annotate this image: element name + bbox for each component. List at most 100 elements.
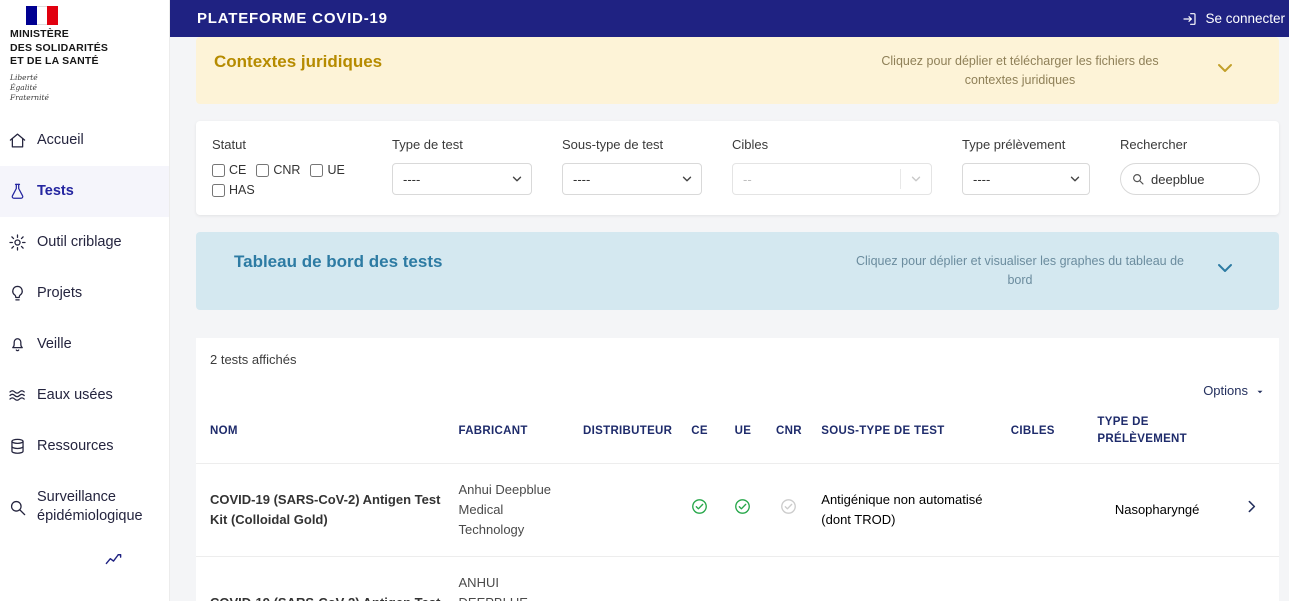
motto-line: Égalité: [10, 83, 37, 93]
lightbulb-icon: [12, 286, 23, 301]
cell-fabricant: ANHUI DEEPBLUE MEDICAL TECHNOLOGY: [450, 555, 576, 601]
sidebar-item-label: Accueil: [37, 132, 84, 149]
sous-type-select-wrap: ----: [562, 163, 702, 195]
ce-checkbox[interactable]: [212, 163, 225, 177]
cibles-label: Cibles: [732, 137, 769, 152]
main-content: Contextes juridiques Cliquez pour déplie…: [170, 37, 1289, 601]
sidebar-item-label: Eaux usées: [37, 387, 113, 404]
sidebar-item-ressources[interactable]: Ressources: [0, 421, 169, 472]
cell-prelevement: Nasal: [1089, 555, 1225, 601]
column-header-ce: CE: [691, 424, 708, 437]
chevron-down-icon[interactable]: [1213, 256, 1237, 280]
cell-nom: COVID-19 (SARS-CoV-2) Antigen Test Kit (…: [196, 462, 451, 557]
cell-cibles: N: [1002, 555, 1090, 601]
motto-line: Fraternité: [10, 93, 49, 103]
sidebar-item-label: Ressources: [37, 438, 114, 455]
column-header-nom: NOM: [210, 424, 238, 437]
cell-cibles: [1002, 462, 1090, 557]
sidebar-item-tests[interactable]: Tests: [0, 166, 169, 218]
french-flag-icon: [26, 6, 59, 25]
chevron-down-icon[interactable]: [1213, 56, 1237, 80]
sidebar-item-accueil[interactable]: Accueil: [0, 115, 169, 166]
sidebar-item-label: Projets: [37, 285, 83, 302]
ce-checkbox-label: CE: [229, 163, 247, 177]
table-header: NOM FABRICANT DISTRIBUTEUR CE UE CNR SOU…: [196, 400, 1279, 463]
table-row[interactable]: COVID-19 (SARS-CoV-2) Antigen Test Kit A…: [196, 555, 1279, 601]
ministry-name: MINISTÈRE DES SOLIDARITÉS ET DE LA SANTÉ: [10, 28, 161, 69]
sidebar-item-eaux-usees[interactable]: Eaux usées: [0, 370, 169, 421]
has-checkbox[interactable]: [212, 183, 225, 197]
search-box: [1120, 163, 1260, 195]
cell-prelevement: Nasopharyngé: [1089, 462, 1225, 557]
sidebar-item-label: Outil criblage: [37, 234, 122, 251]
sous-type-de-test-select[interactable]: ----: [562, 163, 702, 195]
bell-icon: [12, 338, 23, 352]
cnr-checkbox-label: CNR: [273, 163, 301, 177]
cell-distributeur: [575, 462, 678, 557]
search-input[interactable]: [1151, 171, 1249, 187]
table-body: COVID-19 (SARS-CoV-2) Antigen Test Kit (…: [196, 462, 1279, 601]
column-header-type-prelevement: TYPE DE PRÉLÈVEMENT: [1097, 416, 1187, 446]
cibles-multiselect[interactable]: --: [732, 163, 932, 195]
sidebar-item-projets[interactable]: Projets: [0, 268, 169, 319]
ue-checkbox-label: UE: [327, 163, 345, 177]
sidebar-item-label: Tests: [37, 183, 74, 200]
waves-icon: [9, 390, 25, 402]
app-title: PLATEFORME COVID-19: [197, 10, 388, 27]
sidebar-item-label: Veille: [37, 336, 72, 353]
options-row: Options: [196, 367, 1279, 400]
tableau-de-bord-banner[interactable]: Tableau de bord des tests Cliquez pour d…: [196, 232, 1279, 310]
column-header-cibles: CIBLES: [1010, 424, 1055, 437]
sidebar-nav: Accueil Tests Outil criblage Projets Vei…: [0, 115, 169, 585]
banner-right: Cliquez pour déplier et télécharger les …: [855, 52, 1263, 91]
contextes-juridiques-hint: Cliquez pour déplier et télécharger les …: [881, 54, 1159, 88]
table-row[interactable]: COVID-19 (SARS-CoV-2) Antigen Test Kit (…: [196, 462, 1279, 557]
ministry-line: DES SOLIDARITÉS: [10, 41, 109, 54]
top-header: PLATEFORME COVID-19 Se connecter: [170, 0, 1289, 37]
ministry-line: ET DE LA SANTÉ: [10, 55, 99, 68]
home-icon: [9, 133, 26, 148]
cibles-chevron-zone[interactable]: [901, 172, 931, 186]
chevron-right-icon[interactable]: [1243, 498, 1260, 515]
contextes-juridiques-banner[interactable]: Contextes juridiques Cliquez pour déplie…: [196, 37, 1279, 104]
cnr-check-icon: [779, 497, 798, 516]
filter-statut: Statut CE CNR UE HAS: [212, 137, 362, 197]
statut-option-has[interactable]: HAS: [212, 183, 255, 197]
cnr-checkbox[interactable]: [256, 163, 270, 177]
rechercher-label: Rechercher: [1120, 137, 1188, 152]
magnifier-icon: [10, 500, 26, 515]
results-count: 2 tests affichés: [210, 352, 297, 367]
type-prelevement-label: Type prélèvement: [962, 137, 1066, 152]
app-root: MINISTÈRE DES SOLIDARITÉS ET DE LA SANTÉ…: [0, 0, 1289, 601]
type-de-test-select[interactable]: ----: [392, 163, 532, 195]
sidebar-item-surveillance-epidemiologique[interactable]: Surveillance épidémiologique: [0, 472, 169, 542]
sidebar-item-partial[interactable]: [0, 542, 169, 585]
filter-sous-type-de-test: Sous-type de test ----: [562, 137, 702, 197]
login-button[interactable]: Se connecter: [1182, 11, 1285, 27]
ue-checkbox[interactable]: [310, 163, 324, 177]
cell-distributeur: [575, 555, 678, 601]
cibles-placeholder: --: [743, 171, 752, 187]
cell-nom: COVID-19 (SARS-CoV-2) Antigen Test Kit: [196, 555, 451, 601]
filter-type-prelevement: Type prélèvement ----: [962, 137, 1090, 197]
ministry-motto: Liberté Égalité Fraternité: [10, 73, 161, 103]
statut-option-ce[interactable]: CE: [212, 163, 246, 177]
type-prelevement-select[interactable]: ----: [962, 163, 1090, 195]
ministry-logo: MINISTÈRE DES SOLIDARITÉS ET DE LA SANTÉ…: [0, 0, 169, 107]
column-header-cnr: CNR: [776, 424, 802, 437]
tableau-de-bord-hint: Cliquez pour déplier et visualiser les g…: [856, 254, 1184, 288]
options-button[interactable]: Options: [1203, 383, 1265, 398]
ministry-line: MINISTÈRE: [10, 28, 69, 40]
cell-fabricant: Anhui Deepblue Medical Technology: [450, 462, 576, 557]
type-de-test-select-wrap: ----: [392, 163, 532, 195]
sidebar-item-veille[interactable]: Veille: [0, 319, 169, 370]
type-prelevement-select-wrap: ----: [962, 163, 1090, 195]
filter-rechercher: Rechercher: [1120, 137, 1260, 197]
stats-icon: [105, 554, 122, 565]
statut-option-cnr[interactable]: CNR: [256, 163, 300, 177]
sidebar-item-outil-criblage[interactable]: Outil criblage: [0, 217, 169, 268]
column-header-ue: UE: [734, 424, 752, 437]
statut-option-ue[interactable]: UE: [310, 163, 345, 177]
flask-icon: [11, 184, 24, 200]
chevron-down-icon: [911, 176, 921, 182]
